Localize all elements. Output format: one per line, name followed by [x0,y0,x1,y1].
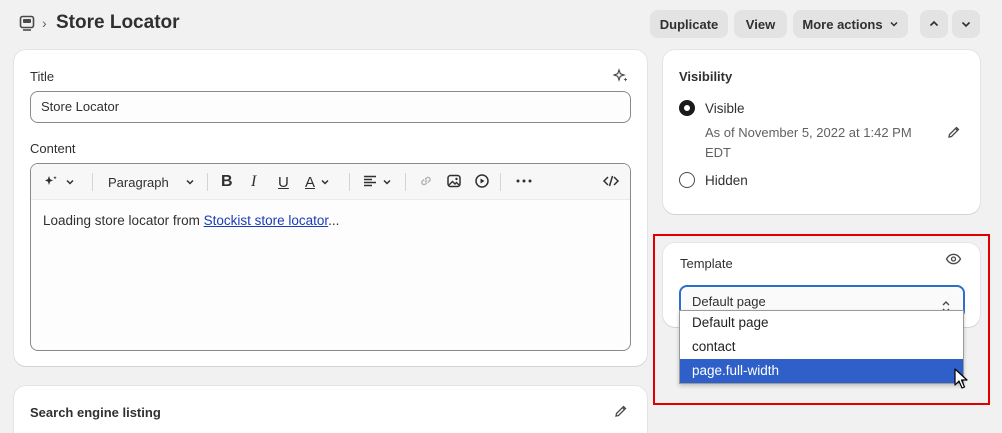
editor-content[interactable]: Loading store locator from Stockist stor… [43,213,339,228]
content-ellipsis: ... [328,213,340,228]
pencil-icon[interactable] [613,403,629,422]
bold-button[interactable]: B [221,172,233,192]
text-color-label: A [305,173,316,191]
chevron-down-icon [889,19,899,29]
stockist-link[interactable]: Stockist store locator [204,213,329,228]
visibility-heading: Visibility [679,69,733,84]
insert-image-button[interactable] [446,172,462,192]
annotation-highlight-box [653,234,990,405]
visible-date-timezone: EDT [705,145,731,160]
seo-heading: Search engine listing [30,405,161,420]
toolbar-divider [500,173,501,191]
toolbar-divider [349,173,350,191]
more-actions-button[interactable]: More actions [793,10,908,38]
page-title: Store Locator [56,12,180,33]
pages-icon[interactable] [18,14,36,32]
page-header: › Store Locator Duplicate View More acti… [0,0,1002,48]
more-horizontal-icon [515,173,533,192]
more-formatting-button[interactable] [515,172,533,192]
hidden-radio[interactable] [679,172,695,188]
paragraph-style-dropdown[interactable]: Paragraph [108,172,195,192]
chevron-down-icon [382,175,392,190]
content-text: Loading store locator from [43,213,204,228]
chevron-down-icon [65,175,75,190]
paragraph-label: Paragraph [108,174,169,190]
duplicate-label: Duplicate [659,16,719,32]
ai-sparkle-icon[interactable] [612,68,629,87]
ai-generate-dropdown[interactable] [43,172,75,192]
show-html-button[interactable] [602,172,620,192]
more-actions-label: More actions [802,16,883,32]
pencil-icon[interactable] [946,124,962,143]
title-label: Title [30,69,55,84]
chevron-down-icon [185,175,195,190]
align-dropdown[interactable] [362,172,392,192]
breadcrumb-separator: › [42,15,47,31]
title-input[interactable]: Store Locator [30,91,631,123]
image-icon [446,173,462,192]
page-content-card: Title Store Locator Content Paragraph B … [14,50,647,366]
chevron-up-icon [928,18,940,30]
chevron-down-icon [320,175,330,190]
duplicate-button[interactable]: Duplicate [650,10,728,38]
sparkle-icon [43,173,59,192]
insert-video-button[interactable] [474,172,490,192]
underline-button[interactable]: U [278,172,289,192]
rich-text-editor[interactable]: Paragraph B I U A Loading store locator … [30,163,631,351]
chevron-down-icon [960,18,972,30]
next-page-button[interactable] [952,10,980,38]
seo-card: Search engine listing [14,386,647,433]
insert-link-button[interactable] [418,172,434,192]
link-icon [418,173,434,192]
editor-toolbar: Paragraph B I U A [31,164,630,200]
visible-radio[interactable] [679,100,695,116]
content-label: Content [30,141,76,156]
visible-label[interactable]: Visible [705,101,745,116]
text-color-dropdown[interactable]: A [305,172,330,192]
previous-page-button[interactable] [920,10,948,38]
view-button[interactable]: View [734,10,787,38]
align-left-icon [362,173,378,192]
hidden-label[interactable]: Hidden [705,173,748,188]
play-circle-icon [474,173,490,192]
toolbar-divider [207,173,208,191]
italic-button[interactable]: I [251,172,256,192]
view-label: View [745,16,776,32]
visibility-card: Visibility Visible As of November 5, 202… [663,50,980,214]
toolbar-divider [92,173,93,191]
visible-date: As of November 5, 2022 at 1:42 PM [705,125,912,140]
code-icon [602,173,620,192]
toolbar-divider [405,173,406,191]
